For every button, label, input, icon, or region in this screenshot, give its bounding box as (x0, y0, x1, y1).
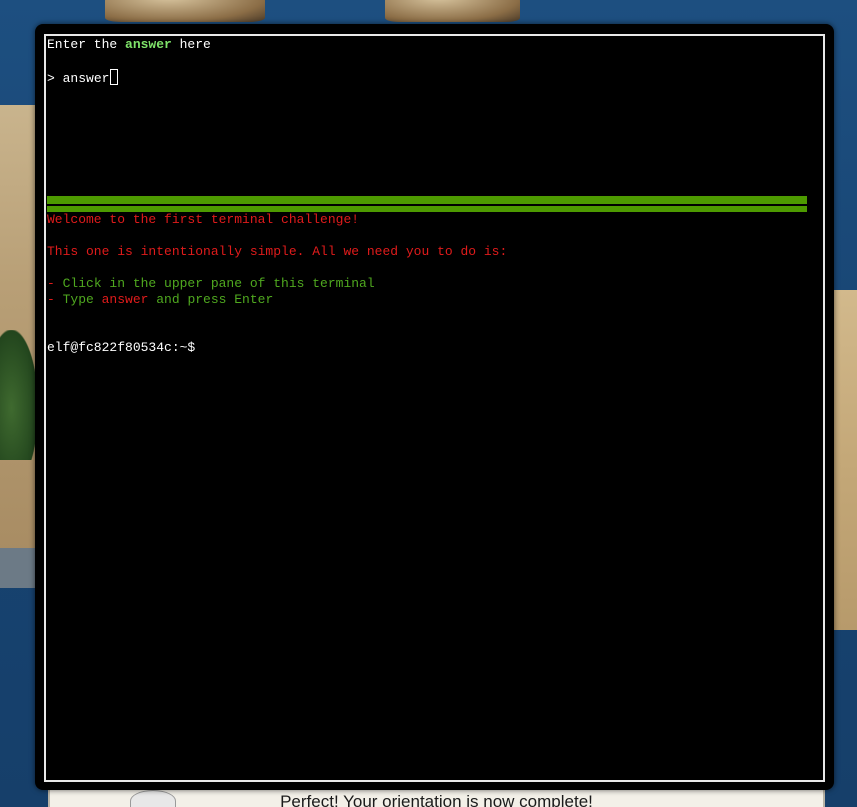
answer-input-line[interactable]: > answer (47, 69, 119, 86)
rock-top-left (105, 0, 265, 22)
step-2-keyword: answer (101, 292, 149, 307)
prompt-symbol: > (47, 71, 63, 86)
lower-pane[interactable]: Welcome to the first terminal challenge!… (47, 212, 807, 772)
step-2: - Type answer and press Enter (47, 292, 273, 307)
terminal-window: Enter the answer here > answer Welcome t… (35, 24, 834, 790)
welcome-line: Welcome to the first terminal challenge! (47, 212, 360, 227)
completion-message: Perfect! Your orientation is now complet… (280, 792, 593, 807)
step-1-dash: - (47, 276, 63, 291)
step-2-dash: - (47, 292, 63, 307)
pane-divider (47, 196, 807, 212)
intro-line: This one is intentionally simple. All we… (47, 244, 508, 259)
step-2-suffix: and press Enter (148, 292, 274, 307)
shell-prompt: elf@fc822f80534c:~$ (47, 340, 196, 355)
ledge-left (0, 548, 36, 588)
rock-top-right (385, 0, 520, 22)
terminal-screen: Enter the answer here > answer Welcome t… (44, 34, 825, 782)
plant-left (0, 330, 38, 460)
answer-input[interactable]: answer (63, 71, 110, 86)
step-1-text: Click in the upper pane of this terminal (62, 276, 375, 291)
step-2-prefix: Type (62, 292, 102, 307)
instruction-highlight: answer (125, 37, 172, 52)
instruction-suffix: here (171, 37, 211, 52)
upper-pane[interactable]: Enter the answer here > answer (47, 37, 807, 197)
step-1: - Click in the upper pane of this termin… (47, 276, 375, 291)
text-cursor (110, 69, 119, 85)
orientation-panel: Perfect! Your orientation is now complet… (48, 788, 825, 807)
instruction-text: Enter the answer here (47, 37, 211, 52)
instruction-prefix: Enter the (47, 37, 126, 52)
sand-right (833, 290, 857, 630)
divider-bar-top (47, 196, 807, 204)
